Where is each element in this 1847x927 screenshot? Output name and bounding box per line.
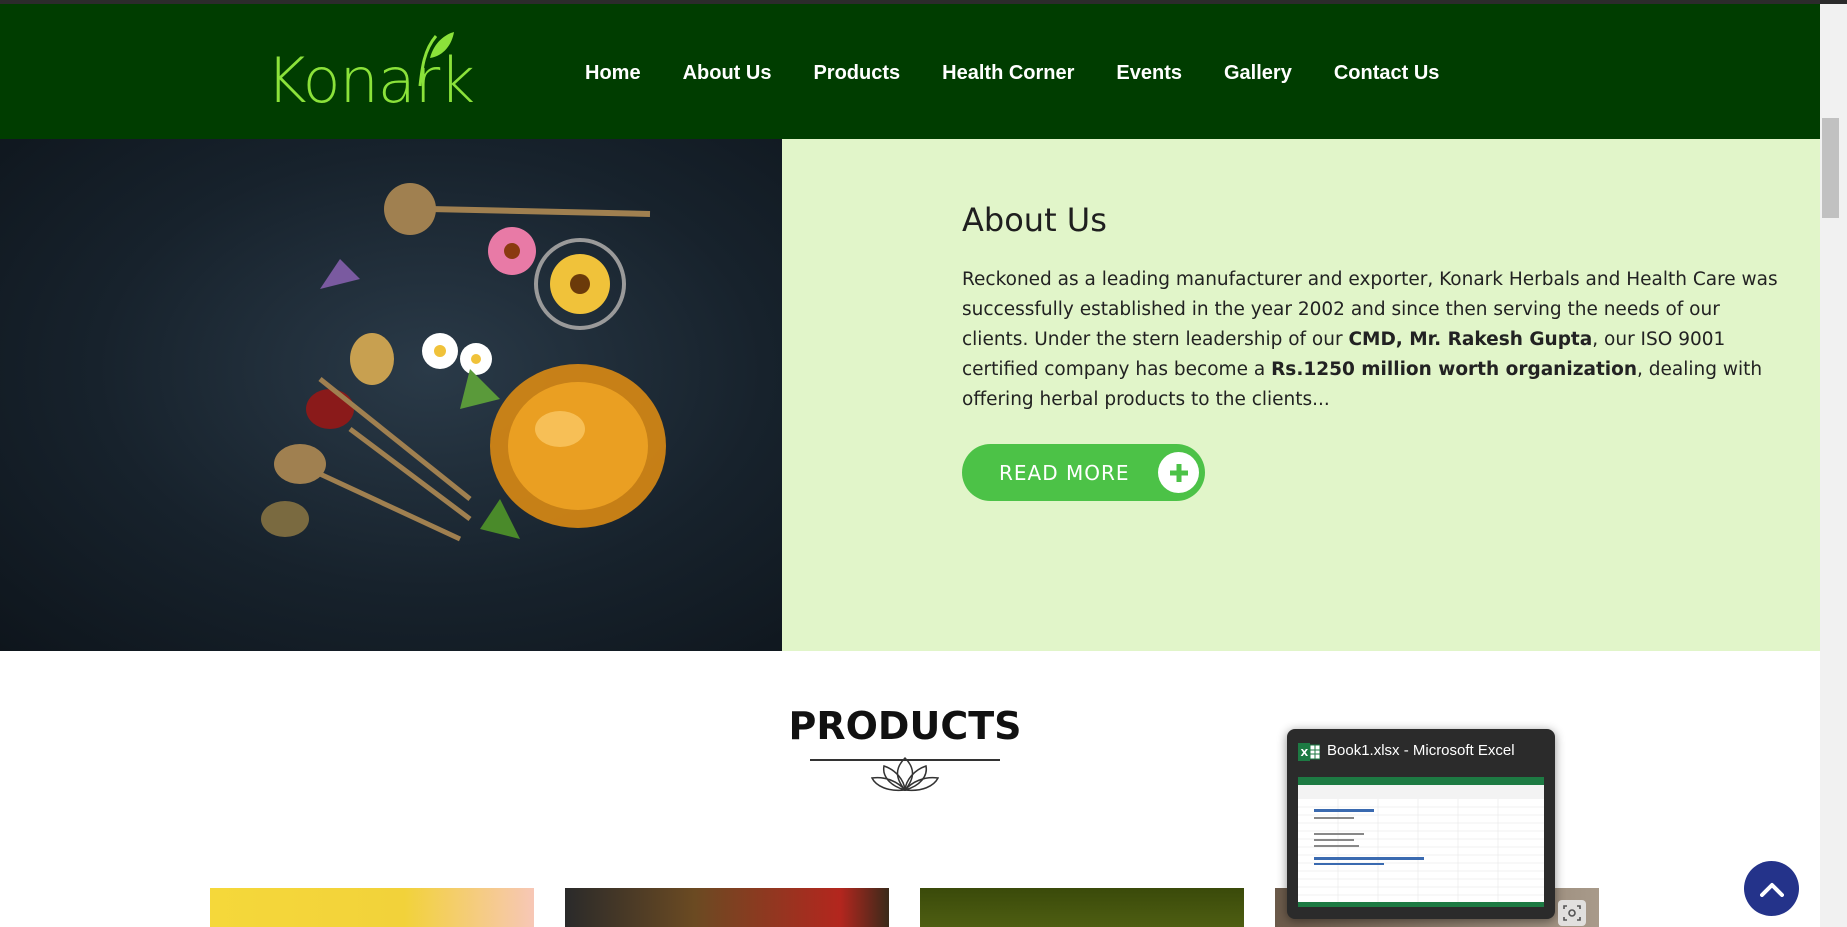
svg-text:X: X: [1301, 748, 1309, 759]
nav-home[interactable]: Home: [585, 62, 641, 85]
nav-health-corner[interactable]: Health Corner: [942, 62, 1074, 85]
product-card[interactable]: [920, 888, 1244, 927]
site-logo[interactable]: Konark: [266, 28, 475, 118]
company-worth: Rs.1250 million worth organization: [1271, 359, 1638, 380]
read-more-label: READ MORE: [999, 460, 1130, 485]
scroll-to-top-button[interactable]: [1744, 861, 1799, 916]
nav-gallery[interactable]: Gallery: [1224, 62, 1292, 85]
product-card[interactable]: [565, 888, 889, 927]
spreadsheet-thumbnail: [1298, 777, 1544, 907]
read-more-button[interactable]: READ MORE: [962, 444, 1205, 501]
about-description: Reckoned as a leading manufacturer and e…: [962, 269, 1778, 410]
excel-icon: X: [1298, 743, 1320, 761]
about-title: About Us: [962, 201, 1107, 239]
about-section: About Us Reckoned as a leading manufactu…: [782, 139, 1820, 651]
nav-about-us[interactable]: About Us: [683, 62, 772, 85]
nav-events[interactable]: Events: [1116, 62, 1182, 85]
leaf-icon: [418, 32, 454, 87]
main-nav: Home About Us Products Health Corner Eve…: [585, 62, 1481, 85]
site-header: Konark Home About Us Products Health Cor…: [0, 4, 1820, 139]
plus-icon: [1158, 452, 1199, 493]
nav-products[interactable]: Products: [813, 62, 900, 85]
cmd-name: CMD, Mr. Rakesh Gupta: [1348, 329, 1593, 350]
scrollbar-thumb[interactable]: [1822, 118, 1839, 218]
taskbar-window-preview[interactable]: X Book1.xlsx - Microsoft Excel: [1287, 729, 1555, 919]
screen-capture-icon[interactable]: [1558, 900, 1586, 926]
product-card[interactable]: [210, 888, 534, 927]
herbal-tea-image: [0, 139, 782, 651]
chevron-up-icon: [1759, 882, 1784, 897]
nav-contact-us[interactable]: Contact Us: [1334, 62, 1440, 85]
lotus-divider-icon: [810, 756, 1000, 792]
preview-status-bar: [1298, 902, 1544, 907]
preview-window-title: Book1.xlsx - Microsoft Excel: [1327, 742, 1515, 759]
